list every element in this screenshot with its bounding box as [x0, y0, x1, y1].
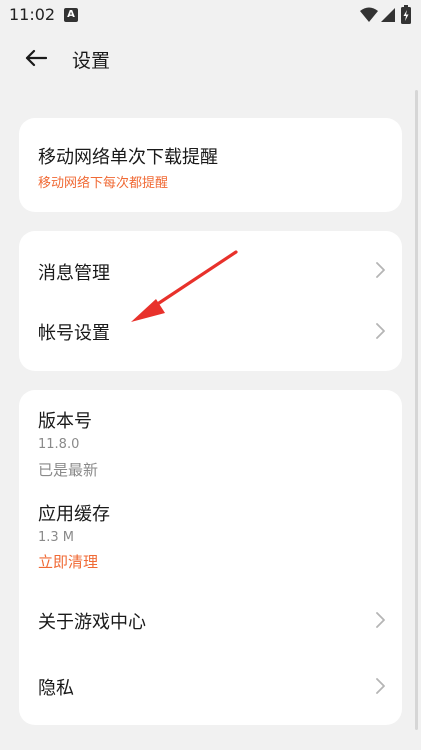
chevron-right-icon [376, 323, 385, 339]
app-cache-size: 1.3 M [38, 530, 75, 545]
privacy-item[interactable]: 隐私 [19, 654, 402, 718]
notification-a-icon: A [64, 8, 78, 22]
version-status: 已是最新 [38, 461, 99, 479]
about-card: 版本号 11.8.0 已是最新 应用缓存 1.3 M 立即清理 关于游戏中心 隐… [19, 390, 402, 725]
wifi-icon [360, 7, 378, 22]
chevron-right-icon [376, 612, 385, 628]
download-reminder-value: 移动网络下每次都提醒 [38, 176, 169, 191]
version-label: 版本号 [38, 411, 92, 432]
back-button[interactable] [20, 44, 52, 72]
version-number: 11.8.0 [38, 437, 80, 452]
about-game-center-label: 关于游戏中心 [38, 612, 146, 633]
signal-icon [381, 8, 395, 22]
privacy-label: 隐私 [38, 678, 74, 699]
battery-icon [401, 5, 411, 24]
chevron-right-icon [376, 678, 385, 694]
chevron-right-icon [376, 262, 385, 278]
account-settings-label: 帐号设置 [38, 323, 110, 344]
account-settings-item[interactable]: 帐号设置 [19, 301, 402, 363]
back-arrow-icon [25, 49, 47, 67]
scrollbar[interactable] [415, 90, 418, 730]
about-game-center-item[interactable]: 关于游戏中心 [19, 588, 402, 652]
status-time: 11:02 [9, 5, 56, 24]
clear-cache-button[interactable]: 立即清理 [38, 551, 98, 572]
status-bar: 11:02 A [0, 0, 421, 30]
page-title: 设置 [72, 50, 111, 72]
account-settings-card: 消息管理 帐号设置 [19, 231, 402, 371]
download-reminder-setting[interactable]: 移动网络单次下载提醒 移动网络下每次都提醒 [19, 118, 402, 212]
app-cache-item: 应用缓存 1.3 M 立即清理 [19, 490, 402, 580]
download-reminder-title: 移动网络单次下载提醒 [38, 147, 218, 168]
version-item: 版本号 11.8.0 已是最新 [19, 390, 402, 485]
message-management-label: 消息管理 [38, 263, 110, 284]
download-reminder-card: 移动网络单次下载提醒 移动网络下每次都提醒 [19, 118, 402, 212]
message-management-item[interactable]: 消息管理 [19, 239, 402, 301]
app-cache-label: 应用缓存 [38, 504, 110, 525]
app-header: 设置 [0, 34, 421, 82]
